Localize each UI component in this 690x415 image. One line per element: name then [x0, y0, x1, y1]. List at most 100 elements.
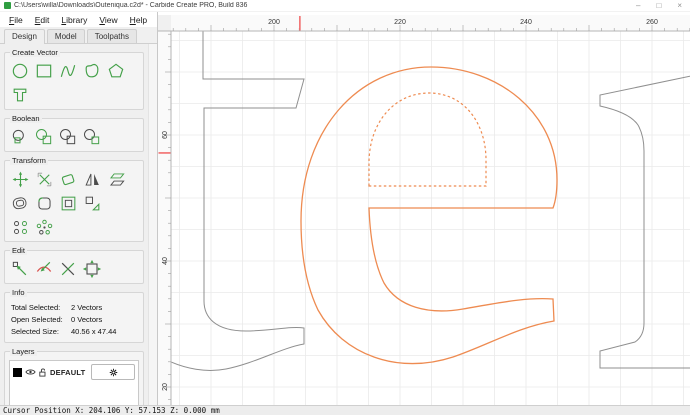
resize-icon	[82, 259, 102, 279]
circular-array-tool-button[interactable]	[33, 216, 55, 238]
trim-icon	[61, 262, 75, 276]
info-group: Info Total Selected: 2 Vectors Open Sele…	[4, 288, 144, 343]
offset-tool-button[interactable]	[9, 192, 31, 214]
info-open-selected: Open Selected: 0 Vectors	[11, 315, 140, 324]
menu-view[interactable]: View	[93, 14, 123, 26]
create-vector-group: Create Vector	[4, 48, 144, 110]
edit-curve-tool-button[interactable]	[33, 258, 55, 280]
menu-file[interactable]: File	[3, 14, 29, 26]
menu-library[interactable]: Library	[55, 14, 93, 26]
move-icon	[12, 171, 28, 187]
boolean-subtract-button[interactable]	[33, 126, 55, 148]
skew-tool-button[interactable]	[105, 168, 127, 190]
info-total-selected: Total Selected: 2 Vectors	[11, 303, 140, 312]
menu-bar: File Edit Library View Help	[0, 12, 157, 27]
minimize-button[interactable]: –	[636, 1, 640, 10]
layer-name: DEFAULT	[50, 367, 86, 377]
linear-array-icon	[13, 220, 27, 234]
boolean-union-button[interactable]	[9, 126, 31, 148]
menu-edit[interactable]: Edit	[29, 14, 56, 26]
rectangle-icon	[36, 64, 52, 78]
edit-group: Edit	[4, 246, 144, 284]
ruler-corner	[158, 15, 171, 31]
trim-vectors-tool-button[interactable]	[57, 258, 79, 280]
mirror-icon	[84, 173, 99, 186]
polygon-tool-button[interactable]	[105, 60, 127, 82]
boolean-intersect-button[interactable]	[57, 126, 79, 148]
title-bar: C:\Users\willa\Downloads\Outeniqua.c2d* …	[0, 0, 690, 12]
linear-array-tool-button[interactable]	[9, 216, 31, 238]
info-selected-size-label: Selected Size:	[11, 327, 59, 336]
svg-text:20: 20	[162, 383, 169, 391]
scale-tool-button[interactable]	[33, 168, 55, 190]
boolean-subtract-icon	[36, 129, 52, 145]
fillet-tool-button[interactable]	[33, 192, 55, 214]
ruler-vertical	[158, 31, 171, 405]
align-icon	[85, 196, 99, 210]
circle-icon	[12, 63, 28, 79]
nested-offset-tool-button[interactable]	[57, 192, 79, 214]
canvas-background[interactable]	[171, 31, 690, 405]
closed-curve-icon	[85, 63, 99, 78]
layers-list[interactable]: DEFAULT	[9, 360, 139, 405]
curve-icon	[60, 65, 76, 77]
ruler-horizontal	[158, 15, 690, 31]
tab-model[interactable]: Model	[46, 29, 85, 43]
svg-text:40: 40	[162, 257, 169, 265]
layer-color-swatch[interactable]	[13, 367, 22, 377]
rotate-icon	[61, 173, 74, 185]
design-canvas[interactable]: 200 220 240 260 60 40 20	[158, 15, 690, 405]
sidebar-scrollbar[interactable]	[148, 44, 157, 405]
boolean-union-icon	[12, 129, 24, 144]
boolean-keep-button[interactable]	[81, 126, 103, 148]
gear-icon	[109, 368, 117, 376]
info-selected-size-value: 40.56 x 47.44	[71, 327, 117, 336]
transform-label: Transform	[10, 156, 48, 165]
scale-icon	[37, 172, 51, 186]
rotate-tool-button[interactable]	[57, 168, 79, 190]
tab-toolpaths[interactable]: Toolpaths	[86, 29, 137, 43]
boolean-keep-icon	[84, 129, 100, 145]
nested-squares-icon	[61, 196, 75, 210]
closed-curve-tool-button[interactable]	[81, 60, 103, 82]
boolean-label: Boolean	[10, 114, 42, 123]
svg-text:60: 60	[162, 131, 169, 139]
node-edit-tool-button[interactable]	[9, 258, 31, 280]
app-icon	[4, 2, 11, 9]
menu-help[interactable]: Help	[124, 14, 153, 26]
offset-icon	[12, 196, 27, 209]
layer-lock-icon[interactable]	[39, 368, 47, 377]
resize-vectors-tool-button[interactable]	[81, 258, 103, 280]
svg-text:220: 220	[394, 19, 406, 26]
rectangle-tool-button[interactable]	[33, 60, 55, 82]
info-total-selected-value: 2 Vectors	[71, 303, 103, 312]
text-tool-button[interactable]	[9, 84, 31, 106]
edit-curve-icon	[36, 261, 52, 272]
tab-design[interactable]: Design	[4, 29, 45, 44]
boolean-group: Boolean	[4, 114, 144, 152]
curve-tool-button[interactable]	[57, 60, 79, 82]
mirror-tool-button[interactable]	[81, 168, 103, 190]
transform-group: Transform	[4, 156, 144, 242]
close-button[interactable]: ×	[677, 1, 682, 10]
skew-icon	[109, 172, 125, 186]
text-icon	[13, 88, 27, 102]
circle-tool-button[interactable]	[9, 60, 31, 82]
layers-label: Layers	[10, 347, 37, 356]
layer-visibility-eye-icon[interactable]	[25, 368, 36, 376]
info-label: Info	[10, 288, 27, 297]
maximize-button[interactable]: □	[656, 1, 661, 10]
layers-group: Layers DEFAULT	[4, 347, 144, 405]
layer-row-default[interactable]: DEFAULT	[10, 361, 138, 380]
info-selected-size: Selected Size: 40.56 x 47.44	[11, 327, 140, 336]
boolean-intersect-icon	[60, 129, 76, 145]
tab-bar: Design Model Toolpaths	[0, 27, 157, 44]
design-sidebar: Create Vector Boolean Transform Edit Inf…	[0, 44, 148, 405]
create-vector-label: Create Vector	[10, 48, 60, 57]
window-title: C:\Users\willa\Downloads\Outeniqua.c2d* …	[14, 2, 248, 9]
layer-settings-button[interactable]	[91, 364, 135, 380]
info-total-selected-label: Total Selected:	[11, 303, 61, 312]
move-tool-button[interactable]	[9, 168, 31, 190]
align-tool-button[interactable]	[81, 192, 103, 214]
node-edit-icon	[12, 261, 27, 276]
